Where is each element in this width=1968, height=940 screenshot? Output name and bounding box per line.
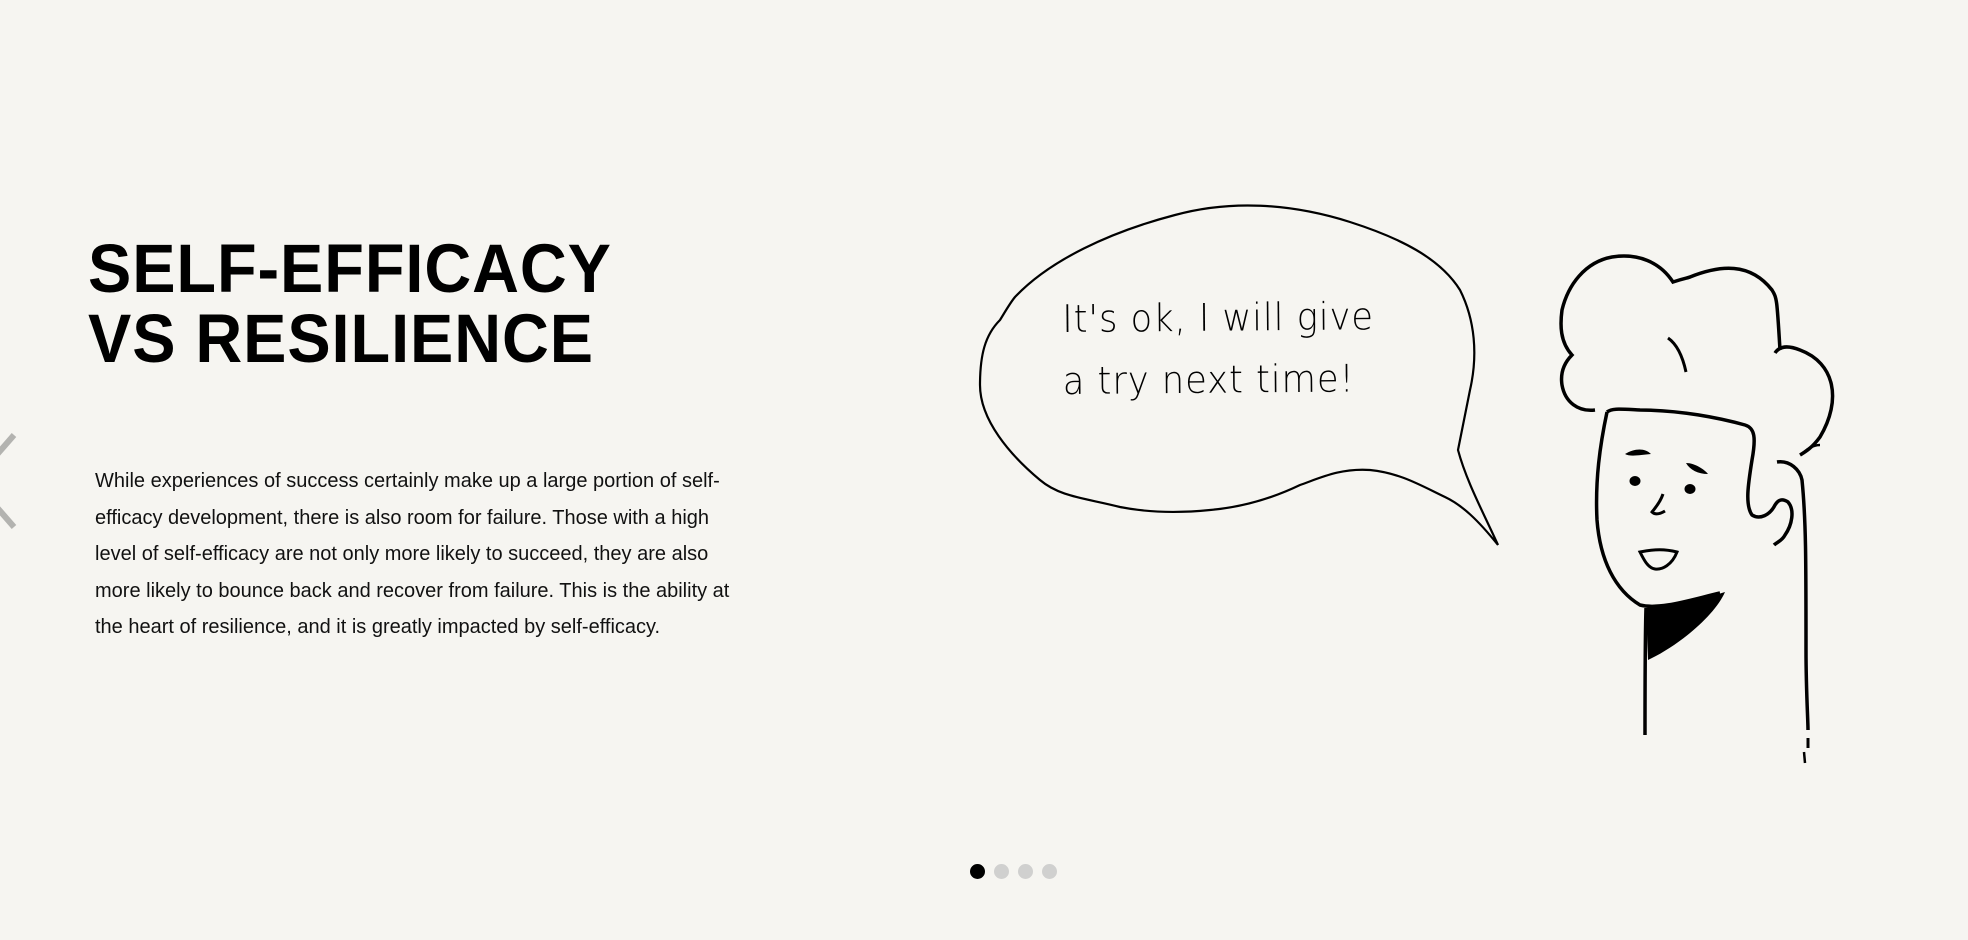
prev-slide-button[interactable] [0,433,22,529]
pagination-dots [970,864,1057,879]
eyebrow-left [1625,449,1651,456]
speech-line-1: It's ok, I will give [1062,294,1375,341]
pagination-dot-2[interactable] [994,864,1009,879]
pagination-dot-4[interactable] [1042,864,1057,879]
hair [1559,254,1782,412]
slide-title: SELF-EFFICACY VS RESILIENCE [88,234,612,374]
eyebrow-right [1686,463,1708,474]
title-line-1: SELF-EFFICACY [88,230,612,307]
pagination-dot-3[interactable] [1018,864,1033,879]
chevron-left-icon [0,433,17,529]
slide-body-text: While experiences of success certainly m… [95,470,730,638]
eye-left [1629,476,1641,486]
eye-right [1684,484,1696,494]
nose [1650,493,1666,516]
title-line-2: VS RESILIENCE [88,300,594,377]
person-illustration [978,204,1835,764]
slide: SELF-EFFICACY VS RESILIENCE While experi… [0,0,1968,940]
speech-bubble-text: It's ok, I will give a try next time! [1062,285,1375,412]
mouth [1637,548,1680,571]
shirt [1646,592,1725,660]
speech-line-2: a try next time! [1062,356,1355,403]
pagination-dot-1[interactable] [970,864,985,879]
